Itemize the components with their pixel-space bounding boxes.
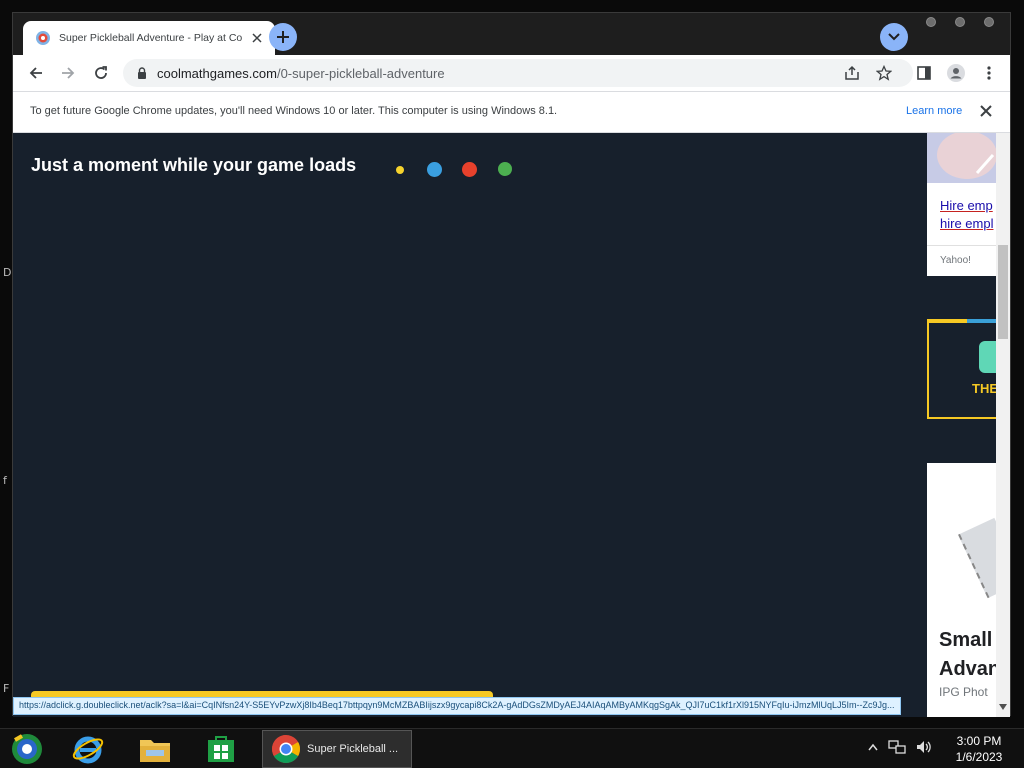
divider	[927, 245, 996, 246]
store-button[interactable]	[196, 731, 246, 767]
infobar-message: To get future Google Chrome updates, you…	[30, 105, 558, 117]
desktop: D f F Super Pickleball Adventure - Play …	[0, 0, 1024, 768]
desktop-edge-text: F	[3, 682, 10, 695]
active-tab[interactable]: Super Pickleball Adventure - Play at Co	[23, 21, 275, 55]
ad-subtitle: IPG Phot	[939, 685, 988, 699]
loading-message: Just a moment while your game loads	[31, 155, 357, 175]
avatar-icon	[947, 64, 965, 82]
url-path: /0-super-pickleball-adventure	[276, 65, 445, 81]
clock-date: 1/6/2023	[955, 750, 1003, 764]
arrow-left-icon	[29, 67, 42, 79]
update-infobar: To get future Google Chrome updates, you…	[13, 91, 1010, 133]
taskbar: Super Pickleball ... 3:00 PM 1/6/2023	[0, 728, 1024, 768]
bookmark-button[interactable]	[872, 61, 896, 85]
learn-more-link[interactable]: Learn more	[906, 105, 962, 117]
lock-icon	[138, 67, 146, 79]
back-button[interactable]	[24, 61, 48, 85]
internet-explorer-button[interactable]	[63, 731, 113, 767]
loading-dot	[427, 162, 442, 177]
tab-search-button[interactable]	[880, 23, 908, 51]
minimize-button[interactable]	[926, 17, 936, 27]
yahoo-ad[interactable]: Hire emp hire empl Yahoo!	[927, 133, 996, 276]
desktop-edge-text: f	[3, 474, 7, 487]
scroll-thumb[interactable]	[998, 245, 1008, 339]
loading-dot	[498, 162, 512, 176]
more-vertical-icon	[987, 66, 991, 80]
ad-accent-bar	[929, 319, 998, 323]
store-icon	[208, 736, 234, 762]
ad-image	[927, 133, 996, 183]
link-status-bar: https://adclick.g.doubleclick.net/aclk?s…	[13, 697, 901, 715]
chevron-down-icon	[888, 33, 900, 41]
forward-button[interactable]	[56, 61, 80, 85]
tab-title: Super Pickleball Adventure - Play at Co	[59, 32, 243, 44]
taskbar-window-label: Super Pickleball ...	[307, 743, 399, 755]
start-app-button[interactable]	[2, 731, 52, 767]
ad-column: Hire emp hire empl Yahoo! THE Small Adva…	[927, 133, 1010, 717]
arrow-right-icon	[62, 67, 75, 79]
close-window-button[interactable]	[984, 17, 994, 27]
share-button[interactable]	[840, 61, 864, 85]
star-icon	[876, 65, 892, 81]
chrome-icon	[272, 735, 300, 763]
browser-toolbar: coolmathgames.com /0-super-pickleball-ad…	[13, 55, 1010, 91]
profile-button[interactable]	[944, 61, 968, 85]
internet-explorer-icon	[72, 736, 104, 764]
maximize-button[interactable]	[955, 17, 965, 27]
chrome-taskbar-button[interactable]: Super Pickleball ...	[262, 730, 412, 768]
loading-dot	[462, 162, 477, 177]
folder-icon	[140, 740, 170, 762]
system-tray	[868, 739, 932, 755]
ad-title-line: Small	[939, 629, 993, 651]
chevron-up-icon[interactable]	[868, 743, 878, 751]
side-panel-icon	[917, 66, 931, 80]
scroll-down-arrow-icon[interactable]	[998, 701, 1008, 713]
ad-title-line: Advan	[939, 658, 1001, 680]
address-bar[interactable]: coolmathgames.com /0-super-pickleball-ad…	[123, 59, 913, 87]
coolmath-favicon-icon	[36, 31, 50, 45]
page-content: Just a moment while your game loads Hire…	[13, 133, 1010, 717]
clock[interactable]: 3:00 PM 1/6/2023	[944, 733, 1014, 765]
close-tab-icon[interactable]	[249, 30, 265, 46]
ad-title: Small Advan	[939, 626, 1000, 684]
file-explorer-button[interactable]	[130, 731, 180, 767]
side-panel-button[interactable]	[912, 61, 936, 85]
product-ad[interactable]: Small Advan IPG Phot	[927, 463, 1010, 717]
promo-ad[interactable]: THE	[927, 319, 1009, 419]
desktop-edge-text: D	[3, 266, 12, 279]
ad-text: THE	[972, 381, 998, 396]
ad-source: Yahoo!	[940, 255, 971, 266]
plus-icon	[277, 31, 289, 43]
clock-time: 3:00 PM	[956, 734, 1002, 748]
reload-button[interactable]	[89, 61, 113, 85]
title-bar: Super Pickleball Adventure - Play at Co	[13, 13, 1010, 55]
url-domain: coolmathgames.com	[157, 65, 277, 81]
reload-icon	[95, 66, 107, 79]
share-icon	[845, 65, 859, 80]
menu-button[interactable]	[977, 61, 1001, 85]
loading-dot	[396, 166, 404, 174]
new-tab-button[interactable]	[269, 23, 297, 51]
network-icon[interactable]	[888, 739, 906, 755]
page-scrollbar[interactable]	[996, 133, 1010, 717]
close-infobar-icon[interactable]	[977, 102, 995, 120]
chrome-window: Super Pickleball Adventure - Play at Co	[12, 12, 1011, 717]
media-center-icon	[12, 734, 42, 764]
volume-icon[interactable]	[916, 739, 932, 755]
